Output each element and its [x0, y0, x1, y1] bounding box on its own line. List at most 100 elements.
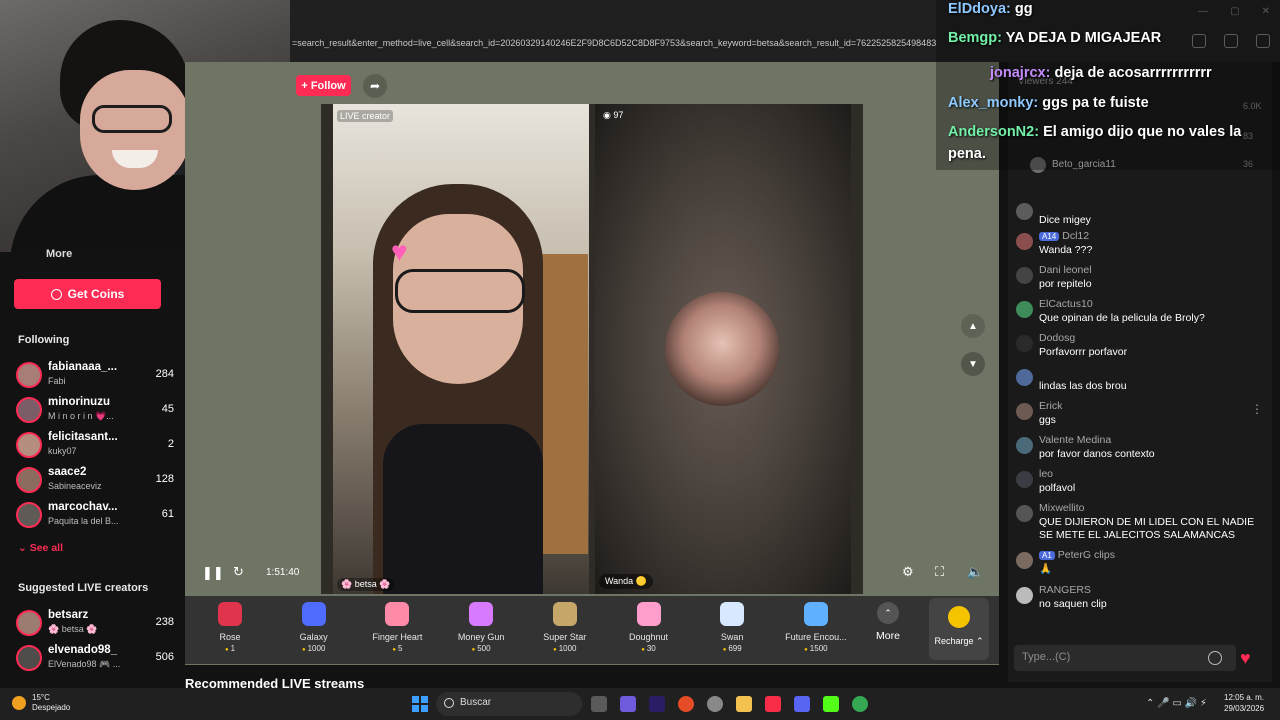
chat-username[interactable]: Mixwellito [1039, 502, 1085, 514]
chat-username[interactable]: ElCactus10 [1039, 298, 1093, 310]
volume-icon[interactable]: 🔈 [967, 564, 983, 580]
chat-username[interactable]: leo [1039, 468, 1053, 480]
gift-price: 1000 [274, 644, 354, 653]
chat-user-label: Dodosg [1039, 332, 1076, 344]
address-bar[interactable]: =search_result&enter_method=live_cell&se… [290, 34, 940, 52]
suggested-sub: 🌸 betsa 🌸 [48, 624, 98, 634]
chat-user-label: RANGERS [1039, 584, 1091, 596]
avatar [16, 467, 42, 493]
chat-username[interactable]: Dani leonel [1039, 264, 1092, 276]
settings-app-icon[interactable] [707, 696, 723, 712]
discord-icon[interactable] [794, 696, 810, 712]
chat-user-label: ElCactus10 [1039, 298, 1093, 310]
avatar [16, 362, 42, 388]
see-all-label: See all [29, 542, 63, 554]
next-stream-icon[interactable]: ▼ [961, 352, 985, 376]
browser-icon[interactable] [852, 696, 868, 712]
recharge-button[interactable]: Recharge ⌃ [929, 598, 989, 660]
following-item[interactable]: felicitasant... kuky07 2 [16, 429, 174, 461]
gift-icon [301, 602, 326, 626]
gift-name: Doughnut [628, 632, 669, 642]
heart-sticker-icon: ♥ [391, 236, 408, 267]
more-gifts-button[interactable]: ⌃ More [872, 602, 904, 642]
chat-username[interactable]: Valente Medina [1039, 434, 1111, 446]
avatar [16, 645, 42, 671]
chevron-up-icon: ⌃ [877, 602, 899, 624]
like-heart-icon[interactable]: ♥ [1240, 648, 1251, 669]
emoji-icon[interactable] [1208, 651, 1222, 665]
overlay-username: ElDdoya: [948, 1, 1011, 17]
chat-username[interactable]: A14 Dcl12 [1039, 230, 1089, 242]
viewer-count: 61 [161, 508, 174, 520]
avatar [1016, 552, 1033, 569]
gift-item[interactable]: Rose 1 [190, 602, 270, 653]
host-video: ♥ [333, 104, 589, 594]
chat-username[interactable]: A1 PeterG clips [1039, 549, 1115, 561]
refresh-icon[interactable]: ↻ [233, 564, 244, 580]
follow-button[interactable]: + Follow [296, 75, 351, 96]
chat-user-label: PeterG clips [1057, 549, 1115, 561]
gift-icon [385, 602, 410, 626]
weather-widget[interactable]: 15°C Despejado [12, 693, 70, 713]
gift-item[interactable]: Swan 699 [692, 602, 772, 653]
avatar [1016, 437, 1033, 454]
chat-user-label: Valente Medina [1039, 434, 1112, 446]
overlay-chat-line: AndersonN2: El amigo dijo que no vales l… [948, 124, 1241, 140]
previous-stream-icon[interactable]: ▲ [961, 314, 985, 338]
viewer-count: 128 [155, 473, 174, 485]
system-tray[interactable]: ⌃ 🎤 ▭ 🔊 ⚡ [1146, 698, 1207, 709]
see-all-link[interactable]: ⌄ See all [18, 542, 63, 554]
kick-icon[interactable] [823, 696, 839, 712]
get-coins-button[interactable]: Get Coins [14, 279, 161, 309]
weather-desc: Despejado [32, 703, 71, 712]
music-icon[interactable] [765, 696, 781, 712]
chat-input[interactable]: Type...(C) [1014, 645, 1236, 671]
gift-item[interactable]: Future Encou... 1500 [776, 602, 856, 653]
more-options-icon[interactable]: ⋮ [1251, 402, 1263, 416]
gift-item[interactable]: Super Star 1000 [525, 602, 605, 653]
overlay-text: ggs pa te fuiste [1038, 95, 1149, 111]
pause-icon[interactable]: ❚❚ [202, 565, 224, 581]
premiere-icon[interactable] [649, 696, 665, 712]
chrome-icon[interactable] [678, 696, 694, 712]
clock[interactable]: 12:05 a. m. 29/03/2026 [1224, 692, 1264, 714]
sidebar-more[interactable]: More [46, 248, 72, 260]
host-glasses [395, 269, 525, 313]
overlay-chat-line: ElDdoya: gg [948, 1, 1033, 17]
suggested-item[interactable]: elvenado98_ ElVenado98 🎮 ... 506 [16, 642, 174, 674]
share-icon[interactable]: ➦ [363, 74, 387, 98]
suggested-sub: ElVenado98 🎮 ... [48, 659, 121, 669]
chat-user-label: leo [1039, 468, 1054, 480]
following-item[interactable]: fabianaaa_... Fabi 284 [16, 359, 174, 391]
gift-item[interactable]: Galaxy 1000 [274, 602, 354, 653]
taskbar-search[interactable]: Buscar [436, 692, 582, 716]
live-video[interactable]: ♥ LIVE creator ◉ 97 🌸 betsa 🌸 Wanda 🟡 [321, 104, 863, 594]
settings-icon[interactable]: ⚙ [902, 564, 914, 580]
viewer-count: 284 [155, 368, 174, 380]
recharge-label: Recharge ⌃ [934, 636, 984, 646]
chat-username[interactable]: Erick [1039, 400, 1062, 412]
chat-username[interactable]: RANGERS [1039, 584, 1091, 596]
following-item[interactable]: marcochav... Paquita la del B... 61 [16, 499, 174, 531]
copilot-icon[interactable] [620, 696, 636, 712]
host-shirt [383, 424, 543, 594]
task-view-icon[interactable] [591, 696, 607, 712]
chat-username[interactable]: Dodosg [1039, 332, 1075, 344]
gift-item[interactable]: Doughnut 30 [609, 602, 689, 653]
temperature: 15°C [32, 693, 50, 702]
desktop: =search_result&enter_method=live_cell&se… [0, 0, 1280, 720]
following-item[interactable]: minorinuzu M i n o r i n 💗... 45 [16, 394, 174, 426]
fullscreen-icon[interactable]: ⛶ [935, 564, 944, 580]
windows-start-icon[interactable] [412, 696, 428, 712]
gift-icon [803, 602, 828, 626]
gift-item[interactable]: Finger Heart 5 [357, 602, 437, 653]
gift-price: 699 [692, 644, 772, 653]
file-explorer-icon[interactable] [736, 696, 752, 712]
gift-item[interactable]: Money Gun 500 [441, 602, 521, 653]
chat-user-label: Dani leonel [1039, 264, 1092, 276]
suggested-item[interactable]: betsarz 🌸 betsa 🌸 238 [16, 607, 174, 639]
following-item[interactable]: saace2 Sabineaceviz 128 [16, 464, 174, 496]
following-sub: Sabineaceviz [48, 481, 102, 491]
gift-name: Super Star [543, 632, 587, 642]
level-badge: A1 [1039, 551, 1055, 560]
